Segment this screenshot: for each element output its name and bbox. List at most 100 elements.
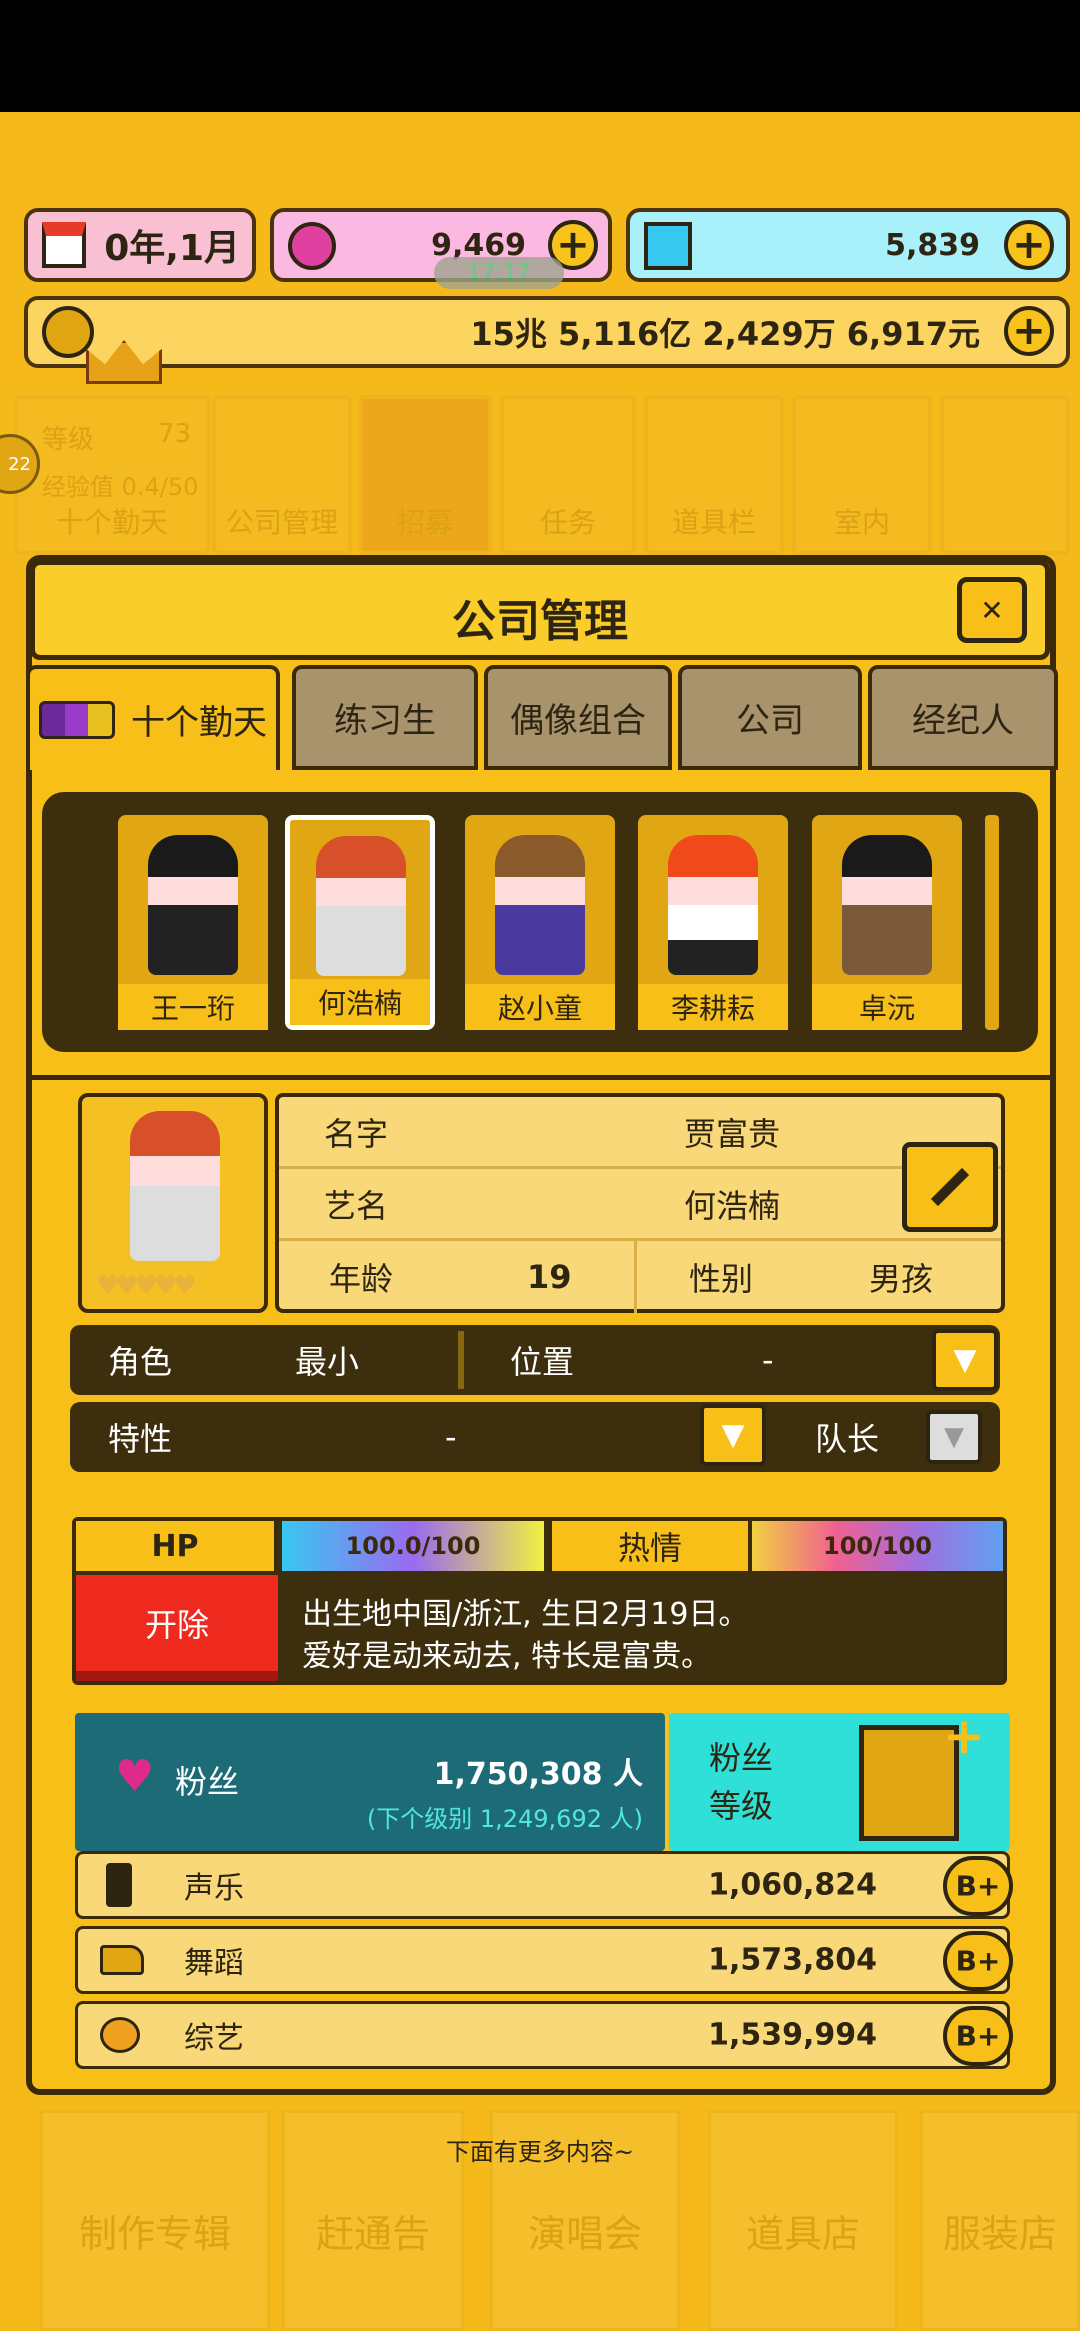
member-card[interactable]: 赵小童 bbox=[465, 815, 615, 1030]
character-sprite bbox=[148, 835, 238, 975]
passion-label: 热情 bbox=[617, 1529, 682, 1567]
pencil-icon bbox=[930, 1167, 970, 1207]
money-display: 15兆 5,116亿 2,429万 6,917元 + bbox=[24, 296, 1070, 368]
passion-value: 100/100 bbox=[823, 1532, 932, 1560]
menu-recruit[interactable]: 招募 bbox=[358, 395, 492, 555]
stage-name-row: 艺名 何浩楠 bbox=[279, 1169, 1001, 1241]
member-name: 赵小童 bbox=[465, 984, 615, 1030]
pink-gem-icon bbox=[288, 222, 336, 270]
character-sprite bbox=[130, 1111, 220, 1261]
fans-count-box: ♥ 粉丝 1,750,308 人 (下个级别 1,249,692 人) bbox=[75, 1713, 665, 1851]
fans-next-level: (下个级别 1,249,692 人) bbox=[366, 1805, 643, 1833]
member-name: 王一珩 bbox=[118, 984, 268, 1030]
character-sprite bbox=[495, 835, 585, 975]
leader-checkbox[interactable]: ▼ bbox=[926, 1410, 982, 1464]
character-sprite bbox=[842, 835, 932, 975]
name-value: 贾富贵 bbox=[684, 1114, 781, 1153]
chevron-down-icon: ▼ bbox=[944, 1422, 964, 1452]
member-card-selected[interactable]: 何浩楠 bbox=[285, 815, 435, 1030]
panel-title: 公司管理 bbox=[452, 596, 628, 647]
calendar-icon bbox=[42, 222, 86, 268]
stat-grade-badge: B+ bbox=[943, 1931, 1013, 1991]
panel-title-bar: 公司管理 ✕ bbox=[30, 560, 1050, 660]
hp-value: 100.0/100 bbox=[345, 1532, 481, 1560]
stat-value: 1,573,804 bbox=[708, 1942, 877, 1978]
tab-trainee[interactable]: 练习生 bbox=[292, 665, 478, 770]
stat-vocal: 声乐 1,060,824 B+ bbox=[75, 1851, 1013, 1919]
fans-count: 1,750,308 人 bbox=[433, 1757, 643, 1792]
close-button[interactable]: ✕ bbox=[957, 577, 1027, 643]
member-card[interactable]: 李耕耘 bbox=[638, 815, 788, 1030]
position-label: 位置 bbox=[510, 1343, 575, 1381]
role-value: 最小 bbox=[295, 1343, 360, 1381]
overlay-text: 17:17 bbox=[467, 260, 531, 286]
panel-divider bbox=[26, 1075, 1056, 1080]
carousel-next-edge bbox=[985, 815, 999, 1030]
heart-rating: ♥♥♥♥♥ bbox=[96, 1271, 197, 1301]
add-money-button[interactable]: + bbox=[1004, 306, 1054, 356]
tab-manager[interactable]: 经纪人 bbox=[868, 665, 1058, 770]
edit-name-button[interactable] bbox=[902, 1142, 998, 1232]
group-icon bbox=[39, 700, 115, 739]
member-card[interactable]: 王一珩 bbox=[118, 815, 268, 1030]
menu-company-management[interactable]: 公司管理 bbox=[212, 395, 352, 555]
fans-level-label-1: 粉丝 bbox=[709, 1739, 774, 1777]
gender-label: 性别 bbox=[689, 1260, 754, 1298]
fans-level-label-2: 等级 bbox=[709, 1787, 774, 1825]
hp-label: HP bbox=[151, 1528, 199, 1564]
member-portrait: ♥♥♥♥♥ bbox=[78, 1093, 268, 1313]
stat-grade-badge: B+ bbox=[943, 1856, 1013, 1916]
fans-level-box: 粉丝 等级 + bbox=[669, 1711, 1010, 1851]
chevron-down-icon: ▼ bbox=[953, 1342, 977, 1378]
menu-inventory[interactable]: 道具栏 bbox=[644, 395, 784, 555]
fire-button[interactable]: 开除 bbox=[76, 1575, 278, 1681]
overlay-pill: 17:17 bbox=[434, 257, 564, 289]
tab-company[interactable]: 公司 bbox=[678, 665, 862, 770]
passion-bar: 100/100 bbox=[752, 1521, 1003, 1571]
name-label: 名字 bbox=[324, 1114, 389, 1153]
bio-line-2: 爱好是动来动去, 特长是富贵。 bbox=[302, 1639, 712, 1674]
role-position-bar: 角色 最小 位置 - ▼ bbox=[70, 1325, 1000, 1395]
stat-label: 舞蹈 bbox=[184, 1946, 244, 1981]
fans-panel: ♥ 粉丝 1,750,308 人 (下个级别 1,249,692 人) 粉丝 等… bbox=[75, 1711, 1010, 1851]
member-name: 李耕耘 bbox=[638, 984, 788, 1030]
stat-value: 1,539,994 bbox=[708, 2017, 877, 2053]
tab-idol-group[interactable]: 偶像组合 bbox=[484, 665, 672, 770]
gender-value: 男孩 bbox=[869, 1260, 934, 1298]
trait-label: 特性 bbox=[108, 1420, 173, 1458]
stage-name-label: 艺名 bbox=[324, 1186, 389, 1225]
member-name: 卓沅 bbox=[812, 984, 962, 1030]
menu-interior[interactable]: 室内 bbox=[792, 395, 932, 555]
blue-currency-value: 5,839 bbox=[885, 227, 980, 263]
status-bar bbox=[0, 0, 1080, 112]
name-row: 名字 贾富贵 bbox=[279, 1097, 1001, 1169]
blue-gem-icon bbox=[644, 222, 692, 270]
stage-name-value: 何浩楠 bbox=[684, 1186, 781, 1225]
stat-value: 1,060,824 bbox=[708, 1867, 877, 1903]
menu-mail[interactable] bbox=[940, 395, 1070, 555]
position-dropdown-button[interactable]: ▼ bbox=[932, 1329, 998, 1391]
trait-dropdown-button[interactable]: ▼ bbox=[700, 1404, 766, 1466]
menu-tasks[interactable]: 任务 bbox=[500, 395, 636, 555]
level-badge-text: 22 bbox=[8, 453, 31, 475]
character-sprite bbox=[668, 835, 758, 975]
member-card[interactable]: 卓沅 bbox=[812, 815, 962, 1030]
tab-group[interactable]: 十个勤天 bbox=[26, 665, 280, 770]
passion-label-cell: 热情 bbox=[548, 1521, 752, 1571]
age-label: 年龄 bbox=[329, 1260, 394, 1298]
close-icon: ✕ bbox=[980, 593, 1004, 627]
date-display: 0年,1月 bbox=[24, 208, 256, 282]
group-name: 十个勤天 bbox=[55, 506, 168, 539]
trait-bar: 特性 - ▼ 队长 ▼ bbox=[70, 1402, 1000, 1472]
age-value: 19 bbox=[527, 1258, 572, 1296]
leader-label: 队长 bbox=[815, 1420, 880, 1458]
add-blue-currency-button[interactable]: + bbox=[1004, 220, 1054, 270]
shoe-icon bbox=[100, 1945, 144, 1975]
hp-label-cell: HP bbox=[76, 1521, 278, 1571]
age-gender-row: 年龄 19 性别 男孩 bbox=[279, 1241, 1001, 1313]
profile-info-table: 名字 贾富贵 艺名 何浩楠 年龄 19 性别 男孩 bbox=[275, 1093, 1005, 1313]
more-content-hint: 下面有更多内容~ bbox=[445, 2138, 635, 2166]
hp-bar: 100.0/100 bbox=[282, 1521, 544, 1571]
member-name: 何浩楠 bbox=[290, 979, 430, 1025]
stat-grade-badge: B+ bbox=[943, 2006, 1013, 2066]
